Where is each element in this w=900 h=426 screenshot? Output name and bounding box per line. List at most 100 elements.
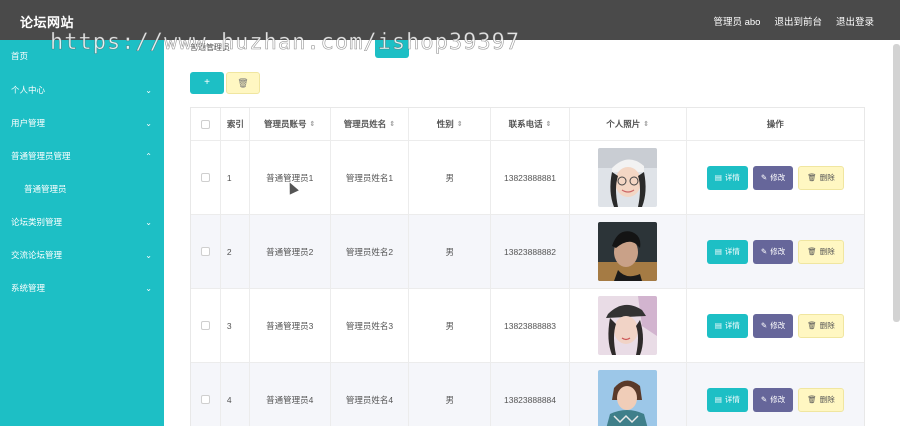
delete-label: 删除 — [819, 247, 835, 256]
sidebar-item-label: 普通管理员管理 — [11, 151, 71, 161]
row-checkbox[interactable] — [200, 173, 210, 182]
delete-button[interactable]: 🗑 删除 — [798, 165, 844, 190]
delete-label: 删除 — [819, 321, 835, 330]
pencil-icon: ✎ — [760, 321, 768, 330]
scrollbar-thumb[interactable] — [893, 44, 900, 322]
row-actions: ▤ 详情 ✎ 修改 🗑 删除 — [706, 239, 844, 264]
sortable-column-name[interactable]: 管理员姓名 ⇕ — [331, 108, 410, 140]
select-all-checkbox[interactable] — [200, 119, 210, 129]
sort-icon: ⇕ — [545, 121, 552, 128]
sortable-column-photo[interactable]: 个人照片 ⇕ — [570, 108, 687, 140]
detail-label: 详情 — [724, 395, 740, 404]
sidebar-item-label: 论坛类别管理 — [11, 217, 63, 227]
row-name: 管理员姓名3 — [331, 289, 410, 362]
logout-link[interactable]: 退出登录 — [836, 14, 874, 28]
column-header: 性别 — [436, 119, 454, 129]
row-checkbox[interactable] — [200, 321, 210, 330]
sidebar-item-users[interactable]: 用户管理 ⌄ — [0, 107, 164, 140]
delete-button[interactable]: 🗑 删除 — [798, 239, 844, 264]
table-row: 3 普通管理员3 管理员姓名3 男 13823888883 ▤ 详情 ✎ 修改 … — [191, 289, 864, 363]
sort-icon: ⇕ — [643, 121, 650, 128]
row-account: 普通管理员2 — [250, 215, 331, 288]
row-index: 4 — [221, 363, 250, 426]
row-actions: ▤ 详情 ✎ 修改 🗑 删除 — [706, 313, 844, 338]
table-header: 索引 管理员账号 ⇕ 管理员姓名 ⇕ 性别 ⇕ 联系电话 ⇕ 个人照片 ⇕ 操作 — [191, 108, 864, 141]
delete-button[interactable]: 🗑 删除 — [798, 387, 844, 412]
app-title[interactable]: 论坛网站 — [20, 12, 74, 31]
detail-button[interactable]: ▤ 详情 — [706, 387, 748, 412]
edit-button[interactable]: ✎ 修改 — [752, 387, 794, 412]
column-header: 操作 — [766, 119, 784, 129]
sidebar-item-label: 首页 — [11, 51, 29, 61]
edit-label: 修改 — [770, 173, 786, 182]
detail-button[interactable]: ▤ 详情 — [706, 165, 748, 190]
avatar-photo[interactable] — [598, 370, 658, 426]
edit-button[interactable]: ✎ 修改 — [752, 313, 794, 338]
table-row: 2 普通管理员2 管理员姓名2 男 13823888882 ▤ 详情 ✎ 修改 🗑 删… — [191, 215, 864, 289]
detail-button[interactable]: ▤ 详情 — [706, 239, 748, 264]
row-name: 管理员姓名2 — [331, 215, 410, 288]
column-header: 联系电话 — [508, 119, 543, 129]
edit-label: 修改 — [770, 321, 786, 330]
column-header: 管理员账号 — [264, 119, 307, 129]
row-account: 普通管理员4 — [250, 363, 331, 426]
column-header: 个人照片 — [606, 119, 641, 129]
row-index: 2 — [221, 215, 250, 288]
table-row: 4 普通管理员4 管理员姓名4 男 13823888884 ▤ 详情 ✎ 修改 🗑 删… — [191, 363, 864, 426]
sidebar-item-system[interactable]: 系统管理 ⌄ — [0, 272, 164, 305]
pencil-icon: ✎ — [760, 247, 768, 256]
sidebar-item-label: 交流论坛管理 — [11, 250, 63, 260]
delete-button[interactable]: 🗑 删除 — [798, 313, 844, 338]
delete-label: 删除 — [819, 173, 835, 182]
edit-button[interactable]: ✎ 修改 — [752, 239, 794, 264]
detail-label: 详情 — [724, 321, 740, 330]
vertical-scrollbar[interactable] — [875, 40, 900, 426]
sidebar-item-home[interactable]: 首页 — [0, 40, 164, 74]
chevron-down-icon: ⌄ — [145, 284, 152, 293]
row-index: 3 — [221, 289, 250, 362]
row-checkbox[interactable] — [200, 247, 210, 256]
avatar-photo[interactable] — [598, 296, 658, 355]
avatar-photo[interactable] — [598, 148, 658, 207]
sort-icon: ⇕ — [389, 121, 396, 128]
row-phone: 13823888882 — [491, 215, 570, 288]
to-front-link[interactable]: 退出到前台 — [774, 14, 822, 28]
tab-indicator — [375, 40, 409, 58]
edit-button[interactable]: ✎ 修改 — [752, 165, 794, 190]
pencil-icon: ✎ — [760, 173, 768, 182]
sidebar-item-forum-categories[interactable]: 论坛类别管理 ⌄ — [0, 206, 164, 239]
top-bar: 论坛网站 管理员 abo 退出到前台 退出登录 — [0, 0, 900, 40]
breadcrumb: 普通管理员 — [190, 43, 230, 52]
row-actions: ▤ 详情 ✎ 修改 🗑 删除 — [706, 165, 844, 190]
main-content: 普通管理员 + 🗑 索引 管理员账号 ⇕ 管理员姓名 ⇕ 性别 ⇕ 联系电话 ⇕ 个人照… — [164, 40, 875, 426]
document-icon: ▤ — [714, 321, 722, 330]
current-user-label: 管理员 abo — [713, 17, 761, 28]
sortable-column-account[interactable]: 管理员账号 ⇕ — [250, 108, 331, 140]
chevron-down-icon: ⌄ — [145, 86, 152, 95]
sidebar-item-admin-management[interactable]: 普通管理员管理 ⌃ — [0, 140, 164, 173]
header-actions: 管理员 abo 退出到前台 退出登录 — [713, 14, 874, 28]
detail-button[interactable]: ▤ 详情 — [706, 313, 748, 338]
sortable-column-gender[interactable]: 性别 ⇕ — [409, 108, 492, 140]
row-checkbox[interactable] — [200, 395, 210, 404]
avatar-photo[interactable] — [598, 222, 658, 281]
sortable-column-phone[interactable]: 联系电话 ⇕ — [491, 108, 570, 140]
sidebar: 首页 个人中心 ⌄ 用户管理 ⌄ 普通管理员管理 ⌃ 普通管理员 论坛类别管理 … — [0, 40, 164, 426]
sidebar-item-label: 普通管理员 — [24, 184, 67, 194]
trash-icon: 🗑 — [237, 78, 249, 88]
batch-delete-button[interactable]: 🗑 — [226, 72, 260, 94]
sidebar-item-forum-management[interactable]: 交流论坛管理 ⌄ — [0, 239, 164, 272]
detail-label: 详情 — [724, 247, 740, 256]
add-button[interactable]: + — [190, 72, 224, 94]
edit-label: 修改 — [770, 247, 786, 256]
sidebar-subitem-admins[interactable]: 普通管理员 — [0, 173, 164, 206]
edit-label: 修改 — [770, 395, 786, 404]
row-gender: 男 — [409, 141, 492, 214]
chevron-up-icon: ⌃ — [145, 152, 152, 161]
row-phone: 13823888884 — [491, 363, 570, 426]
sidebar-item-profile[interactable]: 个人中心 ⌄ — [0, 74, 164, 107]
trash-icon: 🗑 — [807, 321, 817, 330]
detail-label: 详情 — [724, 173, 740, 182]
document-icon: ▤ — [714, 247, 722, 256]
document-icon: ▤ — [714, 173, 722, 182]
